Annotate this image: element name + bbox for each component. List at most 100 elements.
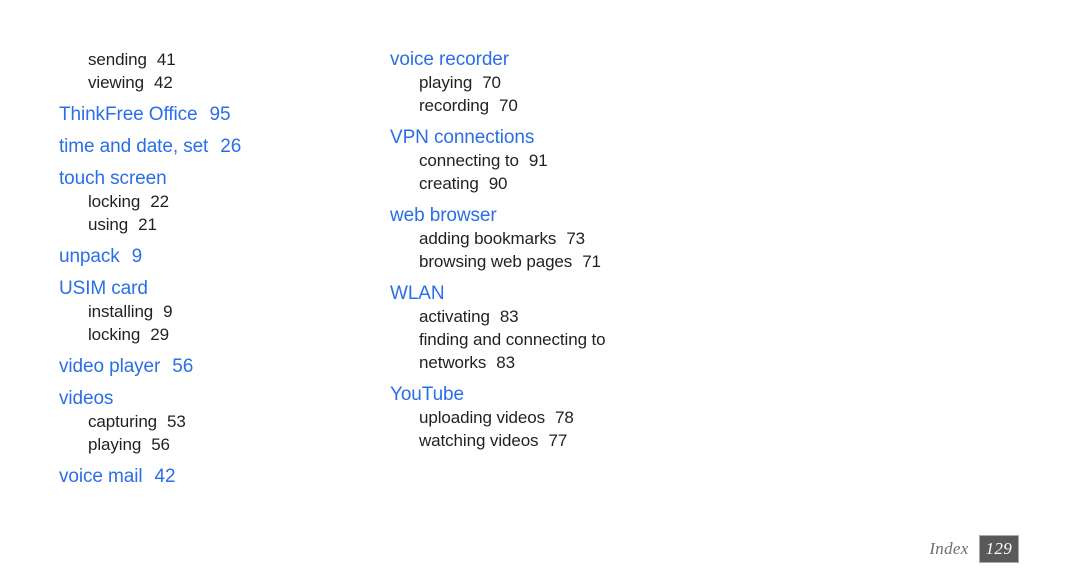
index-heading-label: WLAN — [390, 283, 445, 304]
index-heading-label: voice mail — [59, 466, 143, 487]
index-subentry[interactable]: recording 70 — [419, 94, 720, 117]
index-heading-label: USIM card — [59, 278, 148, 299]
index-page-number: 29 — [150, 325, 169, 344]
index-page-number: 41 — [156, 50, 176, 69]
footer-page-number-badge: 129 — [978, 535, 1019, 563]
index-subentry[interactable]: creating 90 — [419, 172, 720, 195]
index-subentry-label: activating — [419, 307, 490, 326]
index-subentry-label: browsing web pages — [419, 252, 573, 271]
index-subentry-label: installing — [88, 302, 154, 321]
index-heading[interactable]: VPN connections — [390, 126, 720, 149]
index-group: touch screen locking 22 using 21 — [59, 167, 389, 236]
index-group: sending 41 viewing 42 — [59, 48, 389, 94]
index-group: ThinkFree Office 95 — [59, 103, 389, 126]
index-subentry[interactable]: locking 29 — [88, 323, 389, 346]
index-subentry-label: locking — [88, 325, 141, 344]
index-page-number: 90 — [488, 174, 508, 193]
index-group: videos capturing 53 playing 56 — [59, 387, 389, 456]
index-subentry-label: playing — [88, 435, 142, 454]
index-subentry-label: using — [88, 215, 129, 234]
index-subentry[interactable]: connecting to 91 — [419, 149, 720, 172]
index-subentry[interactable]: playing 70 — [419, 71, 720, 94]
index-page-number: 70 — [482, 73, 501, 92]
index-page: sending 41 viewing 42 ThinkFree Office 95 t… — [0, 0, 1080, 586]
index-heading[interactable]: touch screen — [59, 167, 389, 190]
index-page-number: 83 — [499, 307, 519, 326]
index-heading[interactable]: YouTube — [390, 383, 720, 406]
index-page-number: 77 — [548, 431, 568, 450]
index-subentry-label: adding bookmarks — [419, 229, 557, 248]
index-subentry-label: connecting to — [419, 151, 519, 170]
index-subentry-label: recording — [419, 96, 489, 115]
index-page-number: 26 — [220, 136, 242, 157]
index-heading[interactable]: voice recorder — [390, 48, 720, 71]
index-subentry[interactable]: using 21 — [88, 213, 389, 236]
index-subentry[interactable]: capturing 53 — [88, 410, 389, 433]
index-page-number: 42 — [154, 73, 173, 92]
index-heading[interactable]: web browser — [390, 204, 720, 227]
index-group: YouTube uploading videos 78 watching vide… — [390, 383, 720, 452]
index-group: time and date, set 26 — [59, 135, 389, 158]
index-page-number: 56 — [172, 356, 194, 377]
index-heading-label: videos — [59, 388, 114, 409]
index-subentry[interactable]: sending 41 — [88, 48, 389, 71]
index-page-number: 42 — [154, 466, 176, 487]
index-heading-label: YouTube — [390, 384, 464, 405]
index-heading-label: touch screen — [59, 168, 167, 189]
index-subentry-label: sending — [88, 50, 147, 69]
index-subentry-label: creating — [419, 174, 479, 193]
index-subentry[interactable]: playing 56 — [88, 433, 389, 456]
index-subentry[interactable]: viewing 42 — [88, 71, 389, 94]
index-heading[interactable]: time and date, set 26 — [59, 135, 389, 158]
index-page-number: 9 — [163, 302, 173, 321]
index-heading[interactable]: unpack 9 — [59, 245, 389, 268]
index-subentry-label: viewing — [88, 73, 144, 92]
index-columns: sending 41 viewing 42 ThinkFree Office 95 t… — [0, 48, 1080, 488]
index-subentry-label: capturing — [88, 412, 158, 431]
index-page-number: 9 — [131, 246, 143, 267]
index-group: USIM card installing 9 locking 29 — [59, 277, 389, 346]
index-group: voice recorder playing 70 recording 70 — [390, 48, 720, 117]
index-group: video player 56 — [59, 355, 389, 378]
index-page-number: 70 — [498, 96, 518, 115]
index-heading-label: ThinkFree Office — [59, 104, 198, 125]
index-page-number: 56 — [151, 435, 170, 454]
index-page-number: 83 — [496, 353, 515, 372]
index-subentry[interactable]: browsing web pages 71 — [419, 250, 720, 273]
index-group: web browser adding bookmarks 73 browsing … — [390, 204, 720, 273]
page-footer: Index 129 — [929, 535, 1019, 563]
index-heading[interactable]: USIM card — [59, 277, 389, 300]
index-heading-label: time and date, set — [59, 136, 209, 157]
index-heading[interactable]: ThinkFree Office 95 — [59, 103, 389, 126]
index-group: voice mail 42 — [59, 465, 389, 488]
index-page-number: 21 — [138, 215, 157, 234]
index-group: unpack 9 — [59, 245, 389, 268]
index-heading-label: VPN connections — [390, 127, 535, 148]
index-heading-label: voice recorder — [390, 49, 509, 70]
index-subentry-label: playing — [419, 73, 473, 92]
index-page-number: 73 — [566, 229, 586, 248]
index-column-left: sending 41 viewing 42 ThinkFree Office 95 t… — [59, 48, 389, 488]
index-page-number: 71 — [582, 252, 601, 271]
index-subentry-label: locking — [88, 192, 141, 211]
footer-section-label: Index — [929, 539, 969, 558]
index-heading-label: video player — [59, 356, 161, 377]
index-heading[interactable]: voice mail 42 — [59, 465, 389, 488]
index-heading-label: unpack — [59, 246, 120, 267]
index-heading[interactable]: videos — [59, 387, 389, 410]
index-subentry[interactable]: locking 22 — [88, 190, 389, 213]
index-subentry[interactable]: watching videos 77 — [419, 429, 720, 452]
index-subentry[interactable]: uploading videos 78 — [419, 406, 720, 429]
index-column-right: voice recorder playing 70 recording 70 VPN… — [390, 48, 720, 452]
index-subentry[interactable]: installing 9 — [88, 300, 389, 323]
index-subentry[interactable]: adding bookmarks 73 — [419, 227, 720, 250]
index-heading-label: web browser — [390, 205, 497, 226]
index-page-number: 78 — [555, 408, 574, 427]
index-page-number: 22 — [150, 192, 169, 211]
index-heading[interactable]: video player 56 — [59, 355, 389, 378]
index-heading[interactable]: WLAN — [390, 282, 720, 305]
index-group: VPN connections connecting to 91 creating… — [390, 126, 720, 195]
index-subentry[interactable]: finding and connecting to networks 83 — [419, 328, 649, 374]
index-subentry[interactable]: activating 83 — [419, 305, 720, 328]
index-page-number: 95 — [209, 104, 231, 125]
